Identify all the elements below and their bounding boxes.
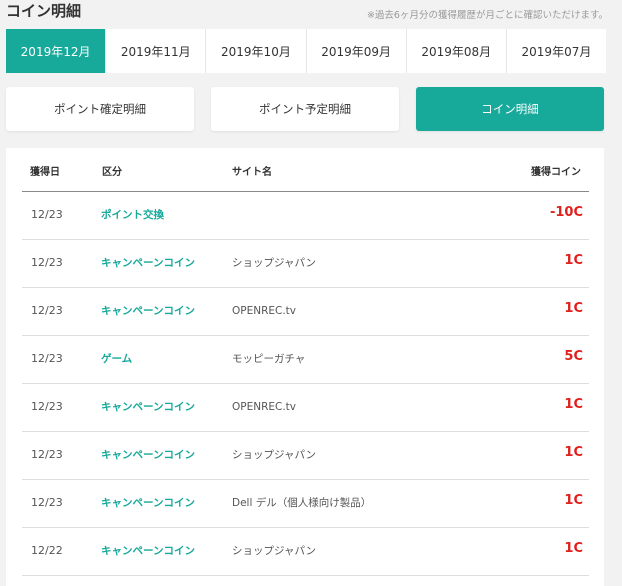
header-coin: 獲得コイン [531,167,581,178]
row-kind: キャンペーンコイン [101,497,195,509]
tab-point-confirmed[interactable]: ポイント確定明細 [6,87,194,131]
row-site: OPENREC.tv [232,401,297,413]
month-tab-2019-08[interactable]: 2019年08月 [407,29,507,73]
row-kind: キャンペーンコイン [101,545,195,557]
row-date: 12/23 [31,400,63,413]
row-site: モッピーガチャ [232,353,306,365]
row-kind: キャンペーンコイン [101,401,195,413]
table-row: 12/23 キャンペーンコイン ショップジャパン 1C [22,431,589,480]
row-coin: 1C [564,541,583,556]
row-site: OPENREC.tv [232,305,297,317]
month-tab-2019-12[interactable]: 2019年12月 [6,29,107,73]
row-date: 12/23 [31,256,63,269]
table-row: 12/22 キャンペーンコイン ショップジャパン 1C [22,527,589,576]
row-kind: キャンペーンコイン [101,257,195,269]
row-coin: 1C [564,493,583,508]
row-coin: 1C [564,397,583,412]
row-date: 12/23 [31,496,63,509]
tab-point-scheduled[interactable]: ポイント予定明細 [211,87,399,131]
row-date: 12/23 [31,304,63,317]
row-site: ショップジャパン [232,449,316,461]
history-note: ※過去6ヶ月分の獲得履歴が月ごとに確認いただけます。 [366,10,608,21]
row-date: 12/23 [31,208,63,221]
coin-history-table: 獲得日 区分 サイト名 獲得コイン 12/23 ポイント交換 -10C 12/2… [6,148,604,586]
row-coin: 1C [564,445,583,460]
tab-coin-details[interactable]: コイン明細 [416,87,604,131]
row-kind: キャンペーンコイン [101,449,195,461]
header-site: サイト名 [232,167,272,178]
header-kind: 区分 [102,167,122,178]
table-row: 12/23 キャンペーンコイン ショップジャパン 1C [22,239,589,288]
month-tab-2019-11[interactable]: 2019年11月 [106,29,207,73]
table-row: 12/23 ゲーム モッピーガチャ 5C [22,335,589,384]
month-tab-2019-09[interactable]: 2019年09月 [307,29,407,73]
row-date: 12/23 [31,448,63,461]
row-site: Dell デル（個人様向け製品） [232,497,372,509]
row-kind: キャンペーンコイン [101,305,195,317]
detail-type-tabs: ポイント確定明細 ポイント予定明細 コイン明細 [6,87,604,131]
month-tab-2019-07[interactable]: 2019年07月 [507,29,606,73]
month-tabs: 2019年12月 2019年11月 2019年10月 2019年09月 2019… [6,29,606,73]
row-coin: -10C [549,205,583,220]
table-row: 12/23 キャンペーンコイン OPENREC.tv 1C [22,383,589,432]
row-site: ショップジャパン [232,257,316,269]
row-kind: ゲーム [101,353,133,365]
row-coin: 1C [564,301,583,316]
row-date: 12/22 [31,544,63,557]
row-date: 12/23 [31,352,63,365]
table-row: 12/23 キャンペーンコイン OPENREC.tv 1C [22,287,589,336]
row-kind: ポイント交換 [101,209,164,221]
header-date: 獲得日 [30,167,60,178]
table-row: 12/23 ポイント交換 -10C [22,191,589,240]
row-site: ショップジャパン [232,545,316,557]
month-tab-2019-10[interactable]: 2019年10月 [206,29,307,73]
page-title: コイン明細 [6,2,82,20]
row-coin: 1C [564,253,583,268]
table-row: 12/23 キャンペーンコイン Dell デル（個人様向け製品） 1C [22,479,589,528]
row-coin: 5C [564,349,583,364]
table-header: 獲得日 区分 サイト名 獲得コイン [22,148,589,192]
